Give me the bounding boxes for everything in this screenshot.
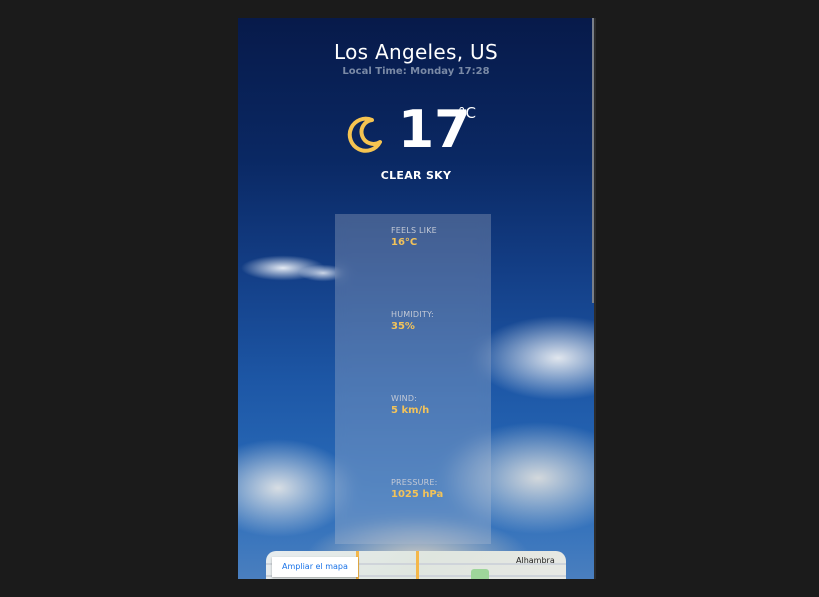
stat-wind: WIND: 5 km/h <box>391 394 429 416</box>
stat-pressure: PRESSURE: 1025 hPa <box>391 478 443 500</box>
stat-value: 16°C <box>391 237 418 248</box>
crescent-moon-icon <box>347 116 382 153</box>
stat-label: FEELS LIKE <box>391 226 437 235</box>
stat-value: 35% <box>391 321 415 332</box>
map-place-label: Alhambra <box>516 556 555 565</box>
stat-label: WIND: <box>391 394 418 403</box>
stat-label: PRESSURE: <box>391 478 438 487</box>
local-time: Local Time: Monday 17:28 <box>342 66 490 77</box>
stats-panel: FEELS LIKE 16°C HUMIDITY: 35% WIND: 5 km… <box>335 214 491 544</box>
city-name: Los Angeles, US <box>334 40 498 64</box>
weather-description: CLEAR SKY <box>380 169 452 182</box>
temperature-unit: °C <box>458 104 476 122</box>
weather-app: Los Angeles, US Local Time: Monday 17:28… <box>238 18 596 579</box>
stat-humidity: HUMIDITY: 35% <box>391 310 434 332</box>
stat-value: 1025 hPa <box>391 489 444 500</box>
stat-value: 5 km/h <box>391 405 430 416</box>
current-temperature: 17 °C <box>238 100 594 164</box>
map-embed[interactable]: Ampliar el mapa Alhambra <box>266 551 566 579</box>
stat-label: HUMIDITY: <box>391 310 434 319</box>
map-park-area <box>471 569 489 579</box>
stat-feels-like: FEELS LIKE 16°C <box>391 226 437 248</box>
expand-map-button[interactable]: Ampliar el mapa <box>272 557 358 577</box>
scrollbar[interactable] <box>592 18 594 303</box>
